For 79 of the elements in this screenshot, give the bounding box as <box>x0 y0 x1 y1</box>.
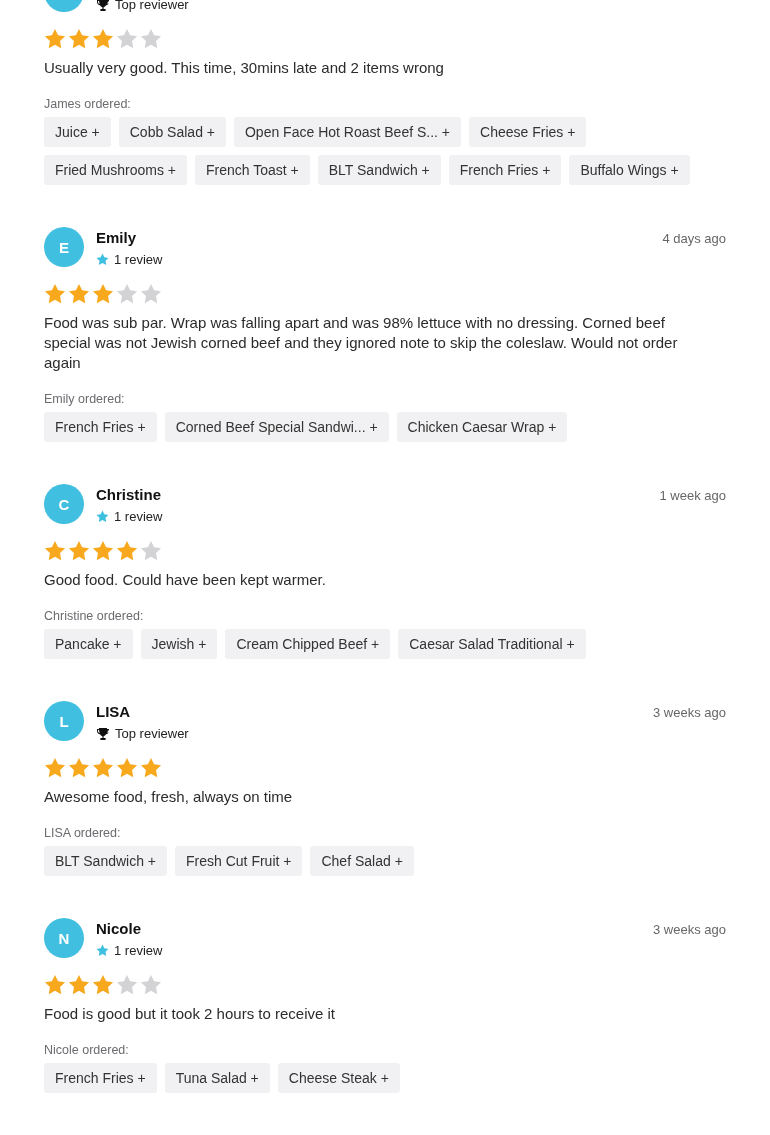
menu-item-chip[interactable]: French Fries + <box>448 155 562 185</box>
reviewer-name: Christine <box>96 487 161 503</box>
star-icon <box>68 540 90 562</box>
reviewer-name: LISA <box>96 704 131 720</box>
reviewer-badge-label: 1 review <box>114 252 163 267</box>
star-icon <box>140 540 162 562</box>
menu-item-chip[interactable]: BLT Sandwich + <box>44 846 168 876</box>
avatar: L <box>44 701 84 741</box>
reviewer-badge-label: Top reviewer <box>115 726 189 741</box>
menu-item-chip[interactable]: Chef Salad + <box>310 846 414 876</box>
trophy-icon <box>96 0 110 12</box>
review-date: 3 weeks ago <box>653 921 726 937</box>
menu-item-chip[interactable]: Jewish + <box>140 629 218 659</box>
review-date: 1 week ago <box>659 487 726 503</box>
review-text: Food was sub par. Wrap was falling apart and was 98% lettuce with no dressing. Corned beef special was not Jewish corned beef and they ignored note to skip the coleslaw. Would not order again <box>44 313 679 373</box>
avatar: E <box>44 227 84 267</box>
star-icon <box>92 283 114 305</box>
star-icon <box>44 974 66 996</box>
menu-item-chip[interactable]: Pancake + <box>44 629 133 659</box>
avatar: N <box>44 918 84 958</box>
reviewer-name: Emily <box>96 230 137 246</box>
star-icon <box>96 510 109 523</box>
star-icon <box>96 944 109 957</box>
menu-item-chip[interactable]: French Fries + <box>44 412 157 442</box>
star-icon <box>68 974 90 996</box>
menu-item-chip[interactable]: BLT Sandwich + <box>317 155 441 185</box>
star-icon <box>116 757 138 779</box>
star-icon <box>44 540 66 562</box>
menu-item-chip[interactable]: Cheese Steak + <box>277 1063 400 1093</box>
menu-item-chip[interactable]: Cobb Salad + <box>118 117 226 147</box>
menu-item-chip[interactable]: French Toast + <box>195 155 310 185</box>
ordered-label: James ordered: <box>44 97 132 111</box>
reviewer-badge-label: 1 review <box>114 509 163 524</box>
menu-item-chip[interactable]: Open Face Hot Roast Beef S... + <box>234 117 462 147</box>
star-icon <box>68 283 90 305</box>
star-icon <box>140 757 162 779</box>
star-icon <box>96 253 109 266</box>
ordered-label: Nicole ordered: <box>44 1043 130 1057</box>
star-icon <box>116 283 138 305</box>
star-icon <box>140 28 162 50</box>
star-icon <box>116 974 138 996</box>
ordered-label: Emily ordered: <box>44 392 126 406</box>
menu-item-chip[interactable]: Juice + <box>44 117 111 147</box>
menu-item-chip[interactable]: French Fries + <box>44 1063 157 1093</box>
review-date: 4 days ago <box>662 230 726 246</box>
star-icon <box>68 28 90 50</box>
review-text: Usually very good. This time, 30mins late and 2 items wrong <box>44 58 445 78</box>
review-date: 3 weeks ago <box>653 704 726 720</box>
star-icon <box>116 28 138 50</box>
star-icon <box>140 283 162 305</box>
menu-item-chip[interactable]: Cream Chipped Beef + <box>225 629 391 659</box>
menu-item-chip[interactable]: Caesar Salad Traditional + <box>398 629 586 659</box>
menu-item-chip[interactable]: Buffalo Wings + <box>569 155 690 185</box>
star-icon <box>116 540 138 562</box>
star-icon <box>44 283 66 305</box>
menu-item-chip[interactable]: Tuna Salad + <box>164 1063 270 1093</box>
star-icon <box>92 28 114 50</box>
star-icon <box>92 974 114 996</box>
menu-item-chip[interactable]: Chicken Caesar Wrap + <box>396 412 568 442</box>
avatar: C <box>44 484 84 524</box>
reviewer-name: Nicole <box>96 921 141 937</box>
ordered-label: LISA ordered: <box>44 826 122 840</box>
menu-item-chip[interactable]: Corned Beef Special Sandwi... + <box>164 412 389 442</box>
star-icon <box>92 540 114 562</box>
review-text: Awesome food, fresh, always on time <box>44 787 294 807</box>
star-icon <box>44 757 66 779</box>
reviewer-badge-label: Top reviewer <box>115 0 189 12</box>
review-text: Good food. Could have been kept warmer. <box>44 570 327 590</box>
menu-item-chip[interactable]: Fried Mushrooms + <box>44 155 187 185</box>
star-icon <box>140 974 162 996</box>
reviewer-badge-label: 1 review <box>114 943 163 958</box>
review-text: Food is good but it took 2 hours to receive it <box>44 1004 336 1024</box>
trophy-icon <box>96 726 110 741</box>
menu-item-chip[interactable]: Cheese Fries + <box>469 117 587 147</box>
star-icon <box>68 757 90 779</box>
star-icon <box>92 757 114 779</box>
menu-item-chip[interactable]: Fresh Cut Fruit + <box>175 846 303 876</box>
ordered-label: Christine ordered: <box>44 609 145 623</box>
star-icon <box>44 28 66 50</box>
